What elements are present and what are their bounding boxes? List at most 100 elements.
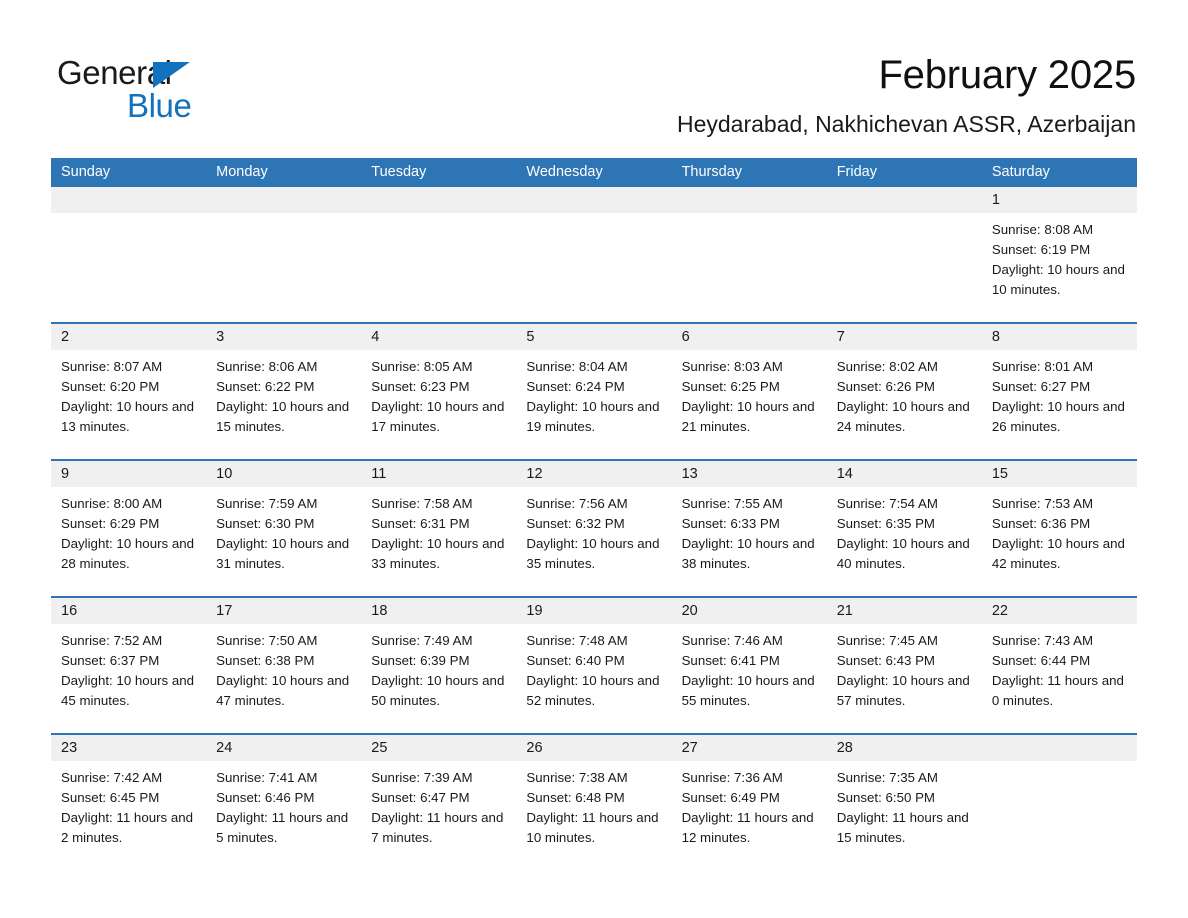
daylight-text: Daylight: 10 hours and 47 minutes.: [216, 673, 350, 708]
day-number[interactable]: 6: [672, 324, 827, 350]
daylight-text: Daylight: 10 hours and 19 minutes.: [526, 399, 660, 434]
daylight-text: Daylight: 11 hours and 10 minutes.: [526, 810, 659, 845]
day-cell[interactable]: Sunrise: 7:48 AM Sunset: 6:40 PM Daylight:…: [516, 624, 671, 733]
day-detail-band: Sunrise: 8:08 AM Sunset: 6:19 PM Daylight:…: [51, 213, 1137, 322]
sunrise-text: Sunrise: 7:45 AM: [836, 633, 938, 648]
day-number-band: 2345678: [51, 324, 1137, 350]
sunrise-text: Sunrise: 7:56 AM: [526, 496, 628, 511]
daylight-text: Daylight: 10 hours and 28 minutes.: [61, 536, 195, 571]
day-number[interactable]: 3: [206, 324, 361, 350]
day-number[interactable]: 28: [827, 735, 982, 761]
day-number[interactable]: 11: [361, 461, 516, 487]
sunset-text: Sunset: 6:44 PM: [991, 653, 1091, 668]
daylight-text: Daylight: 10 hours and 26 minutes.: [991, 399, 1125, 434]
sunset-text: Sunset: 6:38 PM: [216, 653, 315, 668]
day-number[interactable]: 21: [827, 598, 982, 624]
day-number[interactable]: 12: [516, 461, 671, 487]
day-cell[interactable]: Sunrise: 7:42 AM Sunset: 6:45 PM Daylight:…: [51, 761, 206, 870]
day-number[interactable]: 7: [827, 324, 982, 350]
daylight-text: Daylight: 10 hours and 35 minutes.: [526, 536, 660, 571]
day-number[interactable]: 18: [361, 598, 516, 624]
calendar-week-row: 2 3 4 5 6 7 8 Sunrise: 8:07 AM Sunset: 6:20 PM Da…: [51, 322, 1137, 459]
day-cell[interactable]: Sunrise: 8:02 AM Sunset: 6:26 PM Daylight:…: [827, 350, 982, 459]
day-cell[interactable]: Sunrise: 7:54 AM Sunset: 6:35 PM Daylight:…: [827, 487, 982, 596]
day-number-band: 16 17 18 19 20 21 22: [51, 598, 1137, 624]
day-cell[interactable]: Sunrise: 7:56 AM Sunset: 6:32 PM Daylight:…: [516, 487, 671, 596]
daylight-text: Daylight: 10 hours and 55 minutes.: [681, 673, 815, 708]
sunrise-text: Sunrise: 7:59 AM: [216, 496, 318, 511]
day-number[interactable]: 1: [982, 187, 1137, 213]
day-number[interactable]: 10: [206, 461, 361, 487]
day-number[interactable]: 8: [982, 324, 1137, 350]
day-number[interactable]: 19: [516, 598, 671, 624]
day-cell[interactable]: Sunrise: 8:03 AM Sunset: 6:25 PM Daylight:…: [672, 350, 827, 459]
day-cell[interactable]: Sunrise: 7:52 AM Sunset: 6:37 PM Daylight:…: [51, 624, 206, 733]
day-number[interactable]: 9: [51, 461, 206, 487]
day-cell[interactable]: Sunrise: 7:46 AM Sunset: 6:41 PM Daylight:…: [672, 624, 827, 733]
day-cell[interactable]: Sunrise: 8:01 AM Sunset: 6:27 PM Daylight:…: [982, 350, 1137, 459]
sunrise-text: Sunrise: 7:43 AM: [991, 633, 1094, 648]
day-cell-empty: [206, 213, 361, 322]
day-cell[interactable]: Sunrise: 7:58 AM Sunset: 6:31 PM Daylight:…: [361, 487, 516, 596]
daylight-text: Daylight: 10 hours and 52 minutes.: [526, 673, 660, 708]
sunrise-text: Sunrise: 8:01 AM: [991, 359, 1094, 374]
day-number[interactable]: 23: [51, 735, 206, 761]
day-detail-band: Sunrise: 8:07 AM Sunset: 6:20 PM Daylight:…: [51, 350, 1137, 459]
daylight-text: Daylight: 10 hours and 17 minutes.: [371, 399, 505, 434]
day-cell[interactable]: Sunrise: 7:50 AM Sunset: 6:38 PM Daylight:…: [206, 624, 361, 733]
day-cell[interactable]: Sunrise: 7:39 AM Sunset: 6:47 PM Daylight:…: [361, 761, 516, 870]
day-number[interactable]: 26: [516, 735, 671, 761]
sunset-text: Sunset: 6:46 PM: [216, 790, 315, 805]
day-number[interactable]: 17: [206, 598, 361, 624]
day-cell[interactable]: Sunrise: 7:49 AM Sunset: 6:39 PM Daylight:…: [361, 624, 516, 733]
sunset-text: Sunset: 6:48 PM: [526, 790, 625, 805]
sunset-text: Sunset: 6:39 PM: [371, 653, 470, 668]
day-cell[interactable]: Sunrise: 7:38 AM Sunset: 6:48 PM Daylight:…: [516, 761, 671, 870]
day-number[interactable]: 5: [516, 324, 671, 350]
location-subtitle: Heydarabad, Nakhichevan ASSR, Azerbaijan: [676, 111, 1136, 137]
day-number[interactable]: 13: [672, 461, 827, 487]
sunrise-text: Sunrise: 7:52 AM: [61, 633, 163, 648]
day-cell[interactable]: Sunrise: 8:06 AM Sunset: 6:22 PM Daylight:…: [206, 350, 361, 459]
day-cell[interactable]: Sunrise: 8:07 AM Sunset: 6:20 PM Daylight:…: [51, 350, 206, 459]
day-cell[interactable]: Sunrise: 7:41 AM Sunset: 6:46 PM Daylight:…: [206, 761, 361, 870]
daylight-text: Daylight: 10 hours and 33 minutes.: [371, 536, 505, 571]
sunset-text: Sunset: 6:35 PM: [836, 516, 936, 531]
day-number-empty: [672, 187, 827, 213]
day-cell[interactable]: Sunrise: 7:55 AM Sunset: 6:33 PM Daylight:…: [672, 487, 827, 596]
sunset-text: Sunset: 6:33 PM: [681, 516, 780, 531]
day-cell[interactable]: Sunrise: 8:05 AM Sunset: 6:23 PM Daylight:…: [361, 350, 516, 459]
day-number[interactable]: 20: [672, 598, 827, 624]
sunrise-text: Sunrise: 7:38 AM: [526, 770, 628, 785]
day-cell[interactable]: Sunrise: 8:08 AM Sunset: 6:19 PM Daylight:…: [982, 213, 1137, 322]
day-number-empty: [516, 187, 671, 213]
sunrise-text: Sunrise: 8:03 AM: [681, 359, 783, 374]
calendar-page: General Blue February 2025 Heydarabad, N…: [0, 0, 1188, 918]
day-number-band: 9 10 11 12 13 14 15: [51, 461, 1137, 487]
weekday-header-thursday: Thursday: [681, 164, 743, 180]
day-cell[interactable]: Sunrise: 8:00 AM Sunset: 6:29 PM Daylight:…: [51, 487, 206, 596]
sunset-text: Sunset: 6:26 PM: [836, 379, 936, 394]
day-detail-band: Sunrise: 7:52 AM Sunset: 6:37 PM Daylight:…: [51, 624, 1137, 733]
day-cell[interactable]: Sunrise: 7:36 AM Sunset: 6:49 PM Daylight:…: [672, 761, 827, 870]
day-cell[interactable]: Sunrise: 7:43 AM Sunset: 6:44 PM Daylight:…: [982, 624, 1137, 733]
day-number[interactable]: 16: [51, 598, 206, 624]
sunrise-text: Sunrise: 7:42 AM: [61, 770, 163, 785]
day-number[interactable]: 25: [361, 735, 516, 761]
daylight-text: Daylight: 10 hours and 50 minutes.: [371, 673, 505, 708]
day-cell[interactable]: Sunrise: 7:45 AM Sunset: 6:43 PM Daylight:…: [827, 624, 982, 733]
day-number[interactable]: 27: [672, 735, 827, 761]
daylight-text: Daylight: 10 hours and 10 minutes.: [991, 262, 1125, 297]
day-number[interactable]: 15: [982, 461, 1137, 487]
day-cell[interactable]: Sunrise: 7:59 AM Sunset: 6:30 PM Daylight:…: [206, 487, 361, 596]
sunset-text: Sunset: 6:32 PM: [526, 516, 625, 531]
day-number[interactable]: 22: [982, 598, 1137, 624]
day-number[interactable]: 2: [51, 324, 206, 350]
day-number[interactable]: 14: [827, 461, 982, 487]
day-cell[interactable]: Sunrise: 7:53 AM Sunset: 6:36 PM Daylight:…: [982, 487, 1137, 596]
general-blue-logo: General Blue: [57, 55, 257, 130]
day-number[interactable]: 24: [206, 735, 361, 761]
day-cell[interactable]: Sunrise: 8:04 AM Sunset: 6:24 PM Daylight:…: [516, 350, 671, 459]
day-cell[interactable]: Sunrise: 7:35 AM Sunset: 6:50 PM Daylight:…: [827, 761, 982, 870]
day-number[interactable]: 4: [361, 324, 516, 350]
